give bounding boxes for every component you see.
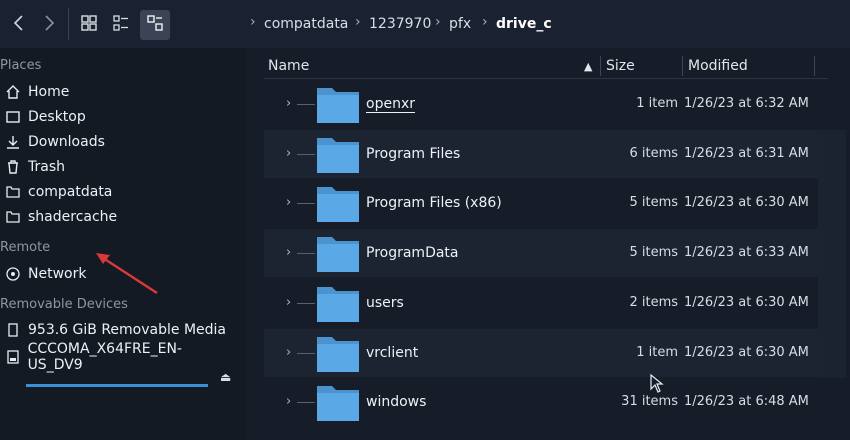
chevron-right-icon	[42, 14, 56, 36]
toolbar-separator	[68, 8, 69, 40]
details-view-icon	[147, 15, 163, 35]
file-size: 2 items	[629, 294, 678, 310]
toolbar: › compatdata › 1237970 › pfx › drive_c	[0, 0, 850, 48]
file-name[interactable]: Program Files (x86)	[366, 195, 502, 211]
tree-line	[297, 402, 315, 404]
file-size: 31 items	[621, 394, 678, 410]
folder-icon	[317, 137, 359, 173]
folder-icon	[317, 386, 359, 422]
tree-line	[297, 203, 315, 205]
icons-view-icon	[81, 15, 97, 35]
compact-view-button[interactable]	[106, 10, 136, 40]
places-panel: Places Home Desktop Downloads Trash comp…	[0, 48, 242, 440]
folder-icon	[317, 187, 359, 223]
file-size: 1 item	[636, 96, 678, 111]
file-row[interactable]: › openxr 1 item 1/26/23 at 6:32 AM	[264, 80, 824, 128]
breadcrumb-arrow-icon: ›	[355, 14, 361, 30]
file-row[interactable]: › users 2 items 1/26/23 at 6:30 AM	[264, 279, 824, 327]
annotation-arrow	[96, 253, 158, 295]
file-modified: 1/26/23 at 6:31 AM	[684, 145, 809, 161]
folder-icon	[317, 286, 359, 322]
mouse-cursor-icon	[650, 374, 664, 393]
sort-ascending-icon[interactable]: ▲	[584, 60, 592, 73]
file-name[interactable]: openxr	[366, 96, 415, 113]
breadcrumb-arrow-icon: ›	[435, 14, 441, 30]
icons-view-button[interactable]	[74, 10, 104, 40]
folder-icon	[317, 336, 359, 372]
column-name-header[interactable]: Name	[268, 58, 309, 74]
scrollbar-track[interactable]	[818, 130, 846, 378]
file-name[interactable]: vrclient	[366, 345, 418, 361]
breadcrumb-item[interactable]: 1237970	[369, 16, 431, 32]
file-size: 6 items	[629, 145, 678, 161]
compact-view-icon	[113, 15, 129, 35]
tree-line	[297, 153, 315, 155]
column-size-header[interactable]: Size	[606, 58, 635, 74]
breadcrumb-current[interactable]: drive_c	[496, 16, 552, 32]
tree-line	[297, 302, 315, 304]
folder-icon	[317, 237, 359, 273]
tree-line	[297, 104, 315, 105]
column-divider	[600, 56, 601, 76]
file-modified: 1/26/23 at 6:33 AM	[684, 245, 809, 261]
file-list-view: Name ▲ Size Modified › openxr 1 item 1/26/2…	[246, 48, 850, 440]
details-view-button[interactable]	[140, 10, 170, 40]
breadcrumb-item[interactable]: pfx	[449, 16, 471, 32]
file-size: 1 item	[636, 344, 678, 360]
file-row[interactable]: › windows 31 items 1/26/23 at 6:48 AM	[264, 378, 824, 426]
tree-line	[297, 253, 315, 255]
file-name[interactable]: ProgramData	[366, 245, 459, 261]
expand-chevron-icon[interactable]: ›	[286, 146, 291, 161]
expand-chevron-icon[interactable]: ›	[286, 394, 291, 409]
column-modified-header[interactable]: Modified	[688, 58, 748, 74]
file-row[interactable]: › Program Files 6 items 1/26/23 at 6:31 AM	[264, 129, 824, 178]
file-row[interactable]: › ProgramData 5 items 1/26/23 at 6:33 AM	[264, 229, 824, 278]
folder-icon	[317, 88, 359, 123]
expand-chevron-icon[interactable]: ›	[286, 245, 291, 260]
expand-chevron-icon[interactable]: ›	[286, 345, 291, 360]
file-modified: 1/26/23 at 6:30 AM	[684, 344, 809, 360]
forward-button[interactable]	[34, 10, 64, 40]
tree-line	[297, 352, 315, 354]
file-row[interactable]: › vrclient 1 item 1/26/23 at 6:30 AM	[264, 328, 824, 377]
file-name[interactable]: Program Files	[366, 146, 460, 162]
breadcrumb-item[interactable]: compatdata	[264, 16, 348, 32]
file-size: 5 items	[629, 245, 678, 261]
expand-chevron-icon[interactable]: ›	[286, 295, 291, 310]
column-divider	[682, 56, 683, 76]
back-button[interactable]	[4, 10, 34, 40]
column-header: Name ▲ Size Modified	[264, 54, 828, 79]
file-name[interactable]: users	[366, 295, 404, 311]
breadcrumb-arrow-icon: ›	[250, 14, 256, 30]
chevron-left-icon	[12, 14, 26, 36]
expand-chevron-icon[interactable]: ›	[286, 96, 291, 111]
file-modified: 1/26/23 at 6:32 AM	[684, 96, 809, 111]
expand-chevron-icon[interactable]: ›	[286, 195, 291, 210]
column-divider	[814, 56, 815, 76]
file-modified: 1/26/23 at 6:30 AM	[684, 294, 809, 310]
file-modified: 1/26/23 at 6:30 AM	[684, 195, 809, 211]
file-row[interactable]: › Program Files (x86) 5 items 1/26/23 at 6:…	[264, 179, 824, 227]
file-modified: 1/26/23 at 6:48 AM	[684, 394, 809, 410]
breadcrumb-arrow-icon: ›	[482, 14, 488, 30]
file-size: 5 items	[629, 195, 678, 211]
file-name[interactable]: windows	[366, 394, 426, 410]
